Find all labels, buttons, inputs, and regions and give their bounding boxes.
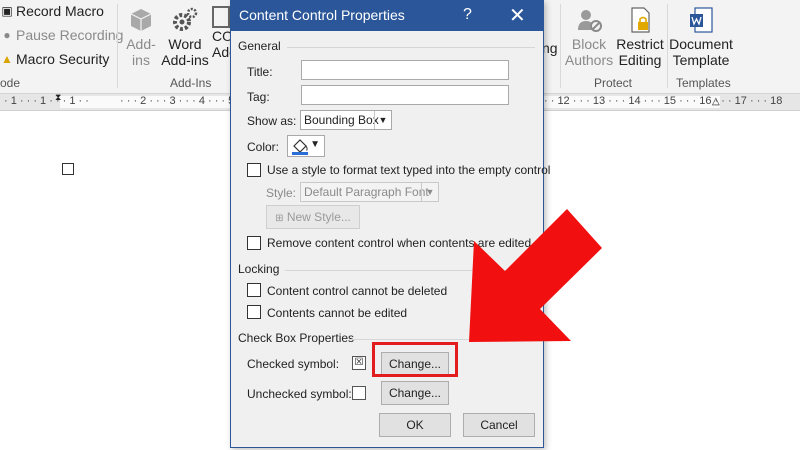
red-arrow-overlay — [469, 209, 602, 342]
red-arrow-icon — [469, 209, 602, 342]
